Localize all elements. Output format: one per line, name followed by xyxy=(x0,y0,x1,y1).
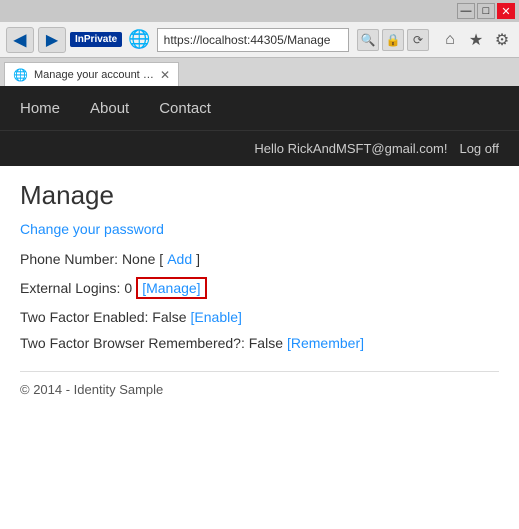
twofactor-browser-label: Two Factor Browser Remembered?: False xyxy=(20,335,283,351)
forward-button[interactable]: ▶ xyxy=(38,27,66,53)
twofactor-label: Two Factor Enabled: False xyxy=(20,309,187,325)
maximize-button[interactable]: □ xyxy=(477,3,495,19)
phone-row: Phone Number: None [Add] xyxy=(20,251,499,267)
search-button[interactable]: 🔍 xyxy=(357,29,379,51)
external-logins-row: External Logins: 0 [Manage] xyxy=(20,277,499,299)
change-password-link[interactable]: Change your password xyxy=(20,221,499,237)
remember-link[interactable]: [Remember] xyxy=(287,335,364,351)
site-nav: Home About Contact xyxy=(0,86,519,130)
phone-label: Phone Number: None [ xyxy=(20,251,163,267)
nav-home[interactable]: Home xyxy=(20,100,60,117)
title-bar: — □ ✕ xyxy=(0,0,519,22)
refresh-button[interactable]: ⟳ xyxy=(407,29,429,51)
tab-title: Manage your account - Ide... xyxy=(34,69,154,81)
tab-bar: 🌐 Manage your account - Ide... ✕ xyxy=(0,58,519,86)
tab-favicon: 🌐 xyxy=(13,68,28,82)
lock-icon: 🔒 xyxy=(382,29,404,51)
logoff-link[interactable]: Log off xyxy=(459,141,499,156)
minimize-button[interactable]: — xyxy=(457,3,475,19)
nav-links: Home About Contact xyxy=(20,100,211,117)
twofactor-browser-row: Two Factor Browser Remembered?: False [R… xyxy=(20,335,499,351)
external-count: 0 xyxy=(124,280,132,296)
browser-tab[interactable]: 🌐 Manage your account - Ide... ✕ xyxy=(4,62,179,86)
external-label: External Logins: xyxy=(20,280,120,296)
twofactor-row: Two Factor Enabled: False [Enable] xyxy=(20,309,499,325)
user-greeting: Hello RickAndMSFT@gmail.com! xyxy=(254,141,447,156)
page-content: Manage Change your password Phone Number… xyxy=(0,166,519,397)
phone-add-link[interactable]: Add xyxy=(167,251,192,267)
footer-divider xyxy=(20,371,499,372)
favorites-button[interactable]: ★ xyxy=(465,29,487,51)
enable-link[interactable]: [Enable] xyxy=(191,309,242,325)
home-button[interactable]: ⌂ xyxy=(439,29,461,51)
url-input[interactable]: https://localhost:44305/Manage xyxy=(157,28,349,52)
user-bar: Hello RickAndMSFT@gmail.com! Log off xyxy=(0,130,519,166)
phone-end: ] xyxy=(196,251,200,267)
footer-text: © 2014 - Identity Sample xyxy=(20,382,499,397)
address-bar: ◀ ▶ InPrivate 🌐 https://localhost:44305/… xyxy=(0,22,519,58)
back-button[interactable]: ◀ xyxy=(6,27,34,53)
nav-contact[interactable]: Contact xyxy=(159,100,211,117)
ie-icon: 🌐 xyxy=(128,29,150,50)
tab-close-button[interactable]: ✕ xyxy=(160,68,170,82)
inprivate-badge: InPrivate xyxy=(70,32,122,47)
page-title: Manage xyxy=(20,180,499,211)
nav-about[interactable]: About xyxy=(90,100,129,117)
external-manage-link[interactable]: [Manage] xyxy=(136,277,206,299)
close-button[interactable]: ✕ xyxy=(497,3,515,19)
settings-button[interactable]: ⚙ xyxy=(491,29,513,51)
